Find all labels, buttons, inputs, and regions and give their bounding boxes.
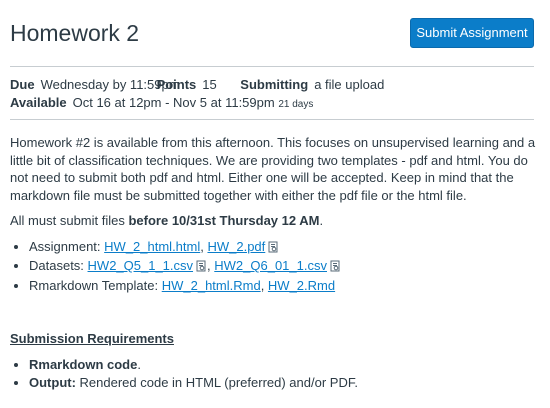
link-hw2-q6-csv[interactable]: HW2_Q6_01_1.csv <box>214 258 327 273</box>
points-value: 15 <box>202 77 217 92</box>
page-title: Homework 2 <box>10 20 140 46</box>
link-hw2-q5-csv[interactable]: HW2_Q5_1_1.csv <box>88 258 194 273</box>
description-paragraph-2: All must submit files before 10/31st Thu… <box>10 213 324 228</box>
link-hw2-html[interactable]: HW_2_html.html <box>104 239 200 254</box>
available-days: 21 days <box>278 99 314 110</box>
divider-bottom <box>10 119 534 120</box>
link-hw2-rmd[interactable]: HW_2.Rmd <box>268 278 335 293</box>
file-preview-icon[interactable] <box>268 240 279 258</box>
due-label: Due <box>10 77 35 92</box>
file-list: Assignment: HW_2_html.html, HW_2.pdf Dat… <box>29 238 538 295</box>
submitting-value: a file upload <box>314 77 385 92</box>
file-preview-icon[interactable] <box>196 259 207 277</box>
details-row-2: Available Oct 16 at 12pm - Nov 5 at 11:59… <box>10 94 384 114</box>
list-item-rmarkdown: Rmarkdown Template: HW_2_html.Rmd, HW_2.… <box>29 277 538 295</box>
available-value: Oct 16 at 12pm - Nov 5 at 11:59pm <box>72 95 275 110</box>
file-preview-icon[interactable] <box>330 259 341 277</box>
link-hw2-pdf[interactable]: HW_2.pdf <box>207 239 265 254</box>
available-label: Available <box>10 95 67 110</box>
details-row-1: Due Wednesday by 11:59pmPoints 15 Submittin… <box>10 76 384 94</box>
link-hw2-html-rmd[interactable]: HW_2_html.Rmd <box>162 278 261 293</box>
list-item-rmarkdown-code: Rmarkdown code. <box>29 356 358 374</box>
list-item-output: Output: Rendered code in HTML (preferred… <box>29 374 358 392</box>
divider-top <box>10 66 534 67</box>
submitting-label: Submitting <box>240 77 309 92</box>
assignment-details: Due Wednesday by 11:59pmPoints 15 Submittin… <box>10 76 384 114</box>
description-paragraph-1: Homework #2 is available from this after… <box>10 135 536 203</box>
list-item-assignment: Assignment: HW_2_html.html, HW_2.pdf <box>29 238 538 258</box>
assignment-description: Homework #2 is available from this after… <box>10 134 538 294</box>
points-label: Points <box>156 77 197 92</box>
deadline-text: before 10/31st Thursday 12 AM <box>128 213 320 228</box>
list-item-datasets: Datasets: HW2_Q5_1_1.csv, HW2_Q6_01_1.cs… <box>29 257 538 277</box>
page-header: Homework 2 Submit Assignment <box>10 18 534 48</box>
due-value: Wednesday by 11:59pm <box>40 77 180 92</box>
submit-assignment-button[interactable]: Submit Assignment <box>410 18 534 48</box>
submission-requirements-heading: Submission Requirements <box>10 331 174 346</box>
requirements-list: Rmarkdown code. Output: Rendered code in… <box>29 356 358 392</box>
